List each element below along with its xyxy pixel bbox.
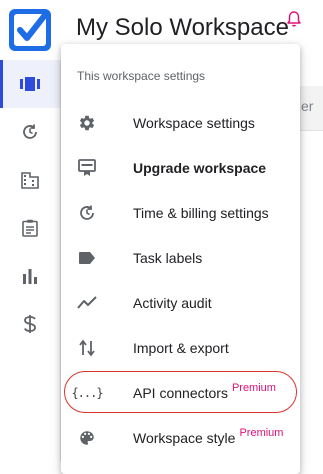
rail-item-organization[interactable] — [0, 156, 60, 204]
bar-chart-icon — [23, 269, 37, 284]
menu-item-workspace-style[interactable]: Workspace style Premium — [61, 415, 300, 460]
palette-icon — [77, 428, 97, 448]
premium-badge: Premium — [239, 426, 284, 439]
upgrade-icon — [77, 158, 97, 178]
app-logo[interactable] — [9, 9, 51, 51]
building-icon — [21, 172, 39, 189]
rail-item-billing[interactable] — [0, 300, 60, 348]
rail-item-tasks[interactable] — [0, 204, 60, 252]
menu-item-label: Activity audit — [133, 294, 212, 311]
menu-item-label: Upgrade workspace — [133, 159, 267, 176]
rail-item-time[interactable] — [0, 108, 60, 156]
menu-item-task-labels[interactable]: Task labels — [61, 235, 300, 280]
menu-item-label-text: Workspace style — [133, 429, 236, 446]
clipboard-icon — [22, 219, 38, 237]
checkmark-logo-icon — [14, 12, 48, 46]
premium-badge: Premium — [231, 381, 276, 394]
rail-item-reports[interactable] — [0, 252, 60, 300]
menu-item-activity-audit[interactable]: Activity audit — [61, 280, 300, 325]
menu-item-upgrade-workspace[interactable]: Upgrade workspace — [61, 145, 300, 190]
background-column-header-text: er — [301, 98, 314, 114]
menu-item-import-export[interactable]: Import & export — [61, 325, 300, 370]
trend-line-icon — [77, 293, 97, 313]
menu-item-label: API connectors Premium — [133, 381, 276, 401]
menu-item-label: Workspace settings — [133, 114, 255, 131]
label-icon — [77, 248, 97, 268]
left-rail — [0, 60, 61, 461]
rail-item-board[interactable] — [0, 60, 60, 108]
board-icon — [20, 77, 40, 91]
notification-bell-icon[interactable] — [286, 10, 302, 28]
menu-item-label: Import & export — [133, 339, 229, 356]
braces-icon: {...} — [71, 383, 103, 403]
menu-item-api-connectors[interactable]: {...} API connectors Premium — [61, 370, 300, 415]
menu-heading: This workspace settings — [77, 69, 206, 83]
menu-item-time-billing-settings[interactable]: Time & billing settings — [61, 190, 300, 235]
import-export-icon — [77, 338, 97, 358]
clock-refresh-icon — [77, 203, 97, 223]
workspace-title[interactable]: My Solo Workspace — [76, 14, 289, 42]
menu-item-label: Task labels — [133, 249, 203, 266]
gear-icon — [77, 113, 97, 133]
braces-glyph: {...} — [71, 385, 103, 400]
menu-item-workspace-settings[interactable]: Workspace settings — [61, 100, 300, 145]
menu-item-label: Workspace style Premium — [133, 426, 284, 446]
menu-item-label: Time & billing settings — [133, 204, 269, 221]
dollar-icon — [24, 315, 36, 333]
workspace-settings-menu: This workspace settings Workspace settin… — [61, 44, 300, 474]
menu-item-label-text: API connectors — [133, 384, 228, 401]
clock-refresh-icon — [23, 124, 37, 139]
